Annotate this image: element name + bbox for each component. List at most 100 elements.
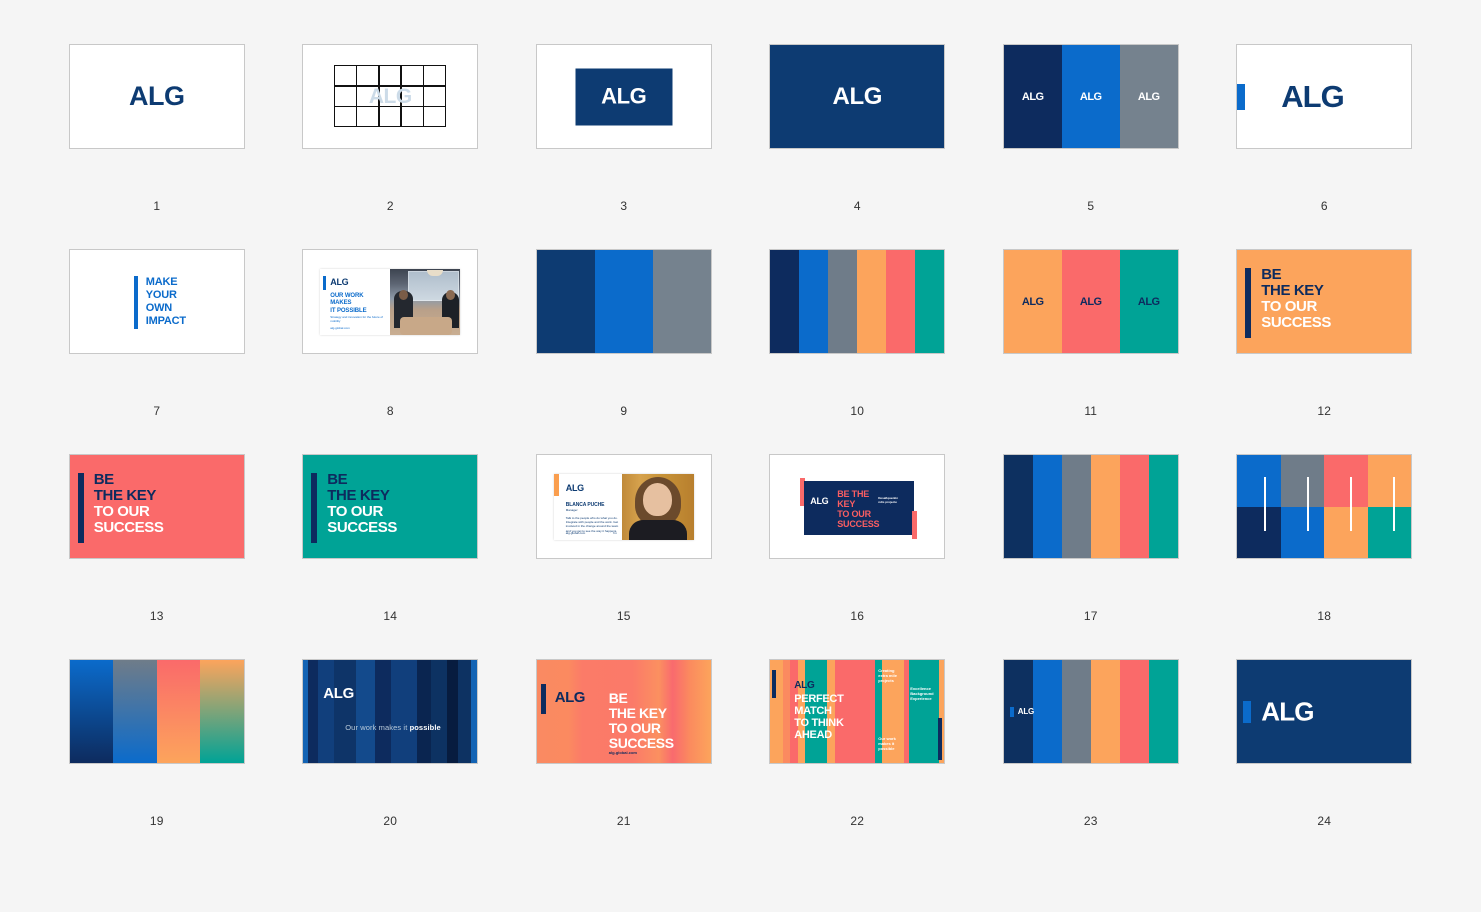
asset-cell-18[interactable]: 18 [1208,454,1442,622]
thumbnail-21[interactable]: ALG BE THE KEY TO OUR SUCCESS alg-global… [535,659,712,764]
alg-logo-text: ALG [1261,696,1314,726]
subtext-line: ndis projecte [878,499,897,504]
claim-line: BE [93,471,114,488]
accent-bar [553,473,559,496]
thumbnail-23[interactable]: ALG [1002,659,1179,764]
alg-logo-text: ALG [1021,295,1044,308]
thumbnail-caption-4: 4 [853,199,861,213]
row-spacer [40,417,1441,454]
footer-website: alg-global.com [565,530,586,535]
portrait-illustration [621,473,694,540]
asset-cell-8[interactable]: ALG OUR WORK MAKES IT POSSIBLE Strategy … [274,249,508,417]
thumbnail-8[interactable]: ALG OUR WORK MAKES IT POSSIBLE Strategy … [302,249,479,354]
thumbnail-15[interactable]: ALG BLANCA PUCHE Manager Talk to the peo… [535,454,712,559]
asset-cell-24[interactable]: ALG 24 [1208,659,1442,827]
claim-text: MAKE YOUR OWN IMPACT [146,276,186,328]
asset-cell-13[interactable]: BE THE KEY TO OUR SUCCESS 13 [40,454,274,622]
asset-cell-14[interactable]: BE THE KEY TO OUR SUCCESS 14 [274,454,508,622]
thumbnail-caption-10: 10 [850,404,865,418]
claim-line: SUCCESS [327,519,397,537]
thumbnail-10[interactable] [769,249,946,354]
accent-bar-left [772,670,777,698]
headline-line: IT POSSIBLE [330,307,367,314]
asset-cell-7[interactable]: MAKE YOUR OWN IMPACT 7 [40,249,274,417]
asset-cell-15[interactable]: ALG BLANCA PUCHE Manager Talk to the peo… [507,454,741,622]
asset-cell-11[interactable]: ALG ALG ALG 11 [974,249,1208,417]
asset-cell-3[interactable]: ALG 3 [507,44,741,212]
asset-cell-20[interactable]: ALG Our work makes it possible 20 [274,659,508,827]
asset-cell-4[interactable]: ALG 4 [741,44,975,212]
asset-cell-17[interactable]: 17 [974,454,1208,622]
asset-cell-2[interactable]: ALG 2 [274,44,508,212]
asset-cell-19[interactable]: 19 [40,659,274,827]
accent-bar [1245,268,1252,338]
claim-line: OWN [145,301,173,314]
claim-text: PERFECT MATCH TO THINK AHEAD [794,693,844,742]
asset-cell-12[interactable]: BE THE KEY TO OUR SUCCESS 12 [1208,249,1442,417]
thumbnail-11[interactable]: ALG ALG ALG [1002,249,1179,354]
torso-shape [628,519,687,540]
thumbnail-caption-8: 8 [386,404,394,418]
note-line: possible [878,746,895,752]
claim-line: THE KEY [327,487,390,505]
thumbnail-caption-9: 9 [620,404,628,418]
thumbnail-caption-17: 17 [1083,609,1098,623]
headline-line: MAKES [330,300,352,306]
thumbnail-caption-1: 1 [153,199,161,213]
thumbnail-6[interactable]: ALG [1236,44,1413,149]
thumbnail-16[interactable]: ALG BE THE KEY TO OUR SUCCESS Desafiquen… [769,454,946,559]
asset-cell-23[interactable]: ALG 23 [974,659,1208,827]
accent-bar [540,684,546,714]
measure-line [1264,477,1267,531]
thumbnail-14[interactable]: BE THE KEY TO OUR SUCCESS [302,454,479,559]
asset-cell-16[interactable]: ALG BE THE KEY TO OUR SUCCESS Desafiquen… [741,454,975,622]
alg-logo-text: ALG [810,496,829,506]
asset-cell-5[interactable]: ALG ALG ALG 5 [974,44,1208,212]
thumbnail-24[interactable]: ALG [1236,659,1413,764]
alg-logo-text: ALG [794,680,815,691]
thumbnail-4[interactable]: ALG [769,44,946,149]
palette-stripes [536,250,711,353]
thumbnail-20[interactable]: ALG Our work makes it possible [302,659,479,764]
asset-cell-21[interactable]: ALG BE THE KEY TO OUR SUCCESS alg-global… [507,659,741,827]
alg-logo-text: ALG [565,482,584,493]
thumbnail-5[interactable]: ALG ALG ALG [1002,44,1179,149]
mini-slide: ALG OUR WORK MAKES IT POSSIBLE Strategy … [320,268,461,335]
mini-slide: ALG BLANCA PUCHE Manager Talk to the peo… [553,473,694,540]
thumbnail-17[interactable] [1002,454,1179,559]
asset-cell-6[interactable]: ALG 6 [1208,44,1442,212]
thumbnail-caption-5: 5 [1087,199,1095,213]
note-line: Experience [910,696,932,702]
thumbnail-12[interactable]: BE THE KEY TO OUR SUCCESS [1236,249,1413,354]
thumbnail-3[interactable]: ALG [535,44,712,149]
slide-subtext: Strategy and innovation for the future o… [330,315,383,323]
thumbnail-9[interactable] [535,249,712,354]
claim-line: THE KEY [1261,282,1324,300]
thumbnail-2[interactable]: ALG [302,44,479,149]
claim-text: BE THE KEY TO OUR SUCCESS [327,471,397,537]
asset-cell-9[interactable]: 9 [507,249,741,417]
alg-logo-text: ALG [1021,90,1044,103]
person-head-shape [446,290,455,301]
thumbnail-18[interactable] [1236,454,1413,559]
claim-line: TO OUR [1261,298,1317,316]
thumbnail-22[interactable]: ALG PERFECT MATCH TO THINK AHEAD Creatin… [769,659,946,764]
asset-cell-1[interactable]: ALG 1 [40,44,274,212]
claim-line: THE KEY [93,487,157,505]
thumbnail-13[interactable]: BE THE KEY TO OUR SUCCESS [68,454,245,559]
claim-line: AHEAD [794,729,832,742]
alg-logo-text: ALG [1281,78,1344,114]
thumbnail-caption-7: 7 [153,404,161,418]
thumbnail-7[interactable]: MAKE YOUR OWN IMPACT [68,249,245,354]
asset-cell-10[interactable]: 10 [741,249,975,417]
thumbnail-caption-19: 19 [149,814,164,828]
thumbnail-1[interactable]: ALG [68,44,245,149]
thumbnail-caption-14: 14 [383,609,398,623]
thumbnail-19[interactable] [68,659,245,764]
alg-logo-text: ALG [129,81,185,111]
gradient-stripes [69,660,244,763]
claim-line: SUCCESS [608,734,674,751]
asset-cell-22[interactable]: ALG PERFECT MATCH TO THINK AHEAD Creatin… [741,659,975,827]
alg-logo-text: ALG [1079,295,1102,308]
logo-wrap: ALG [70,45,244,148]
